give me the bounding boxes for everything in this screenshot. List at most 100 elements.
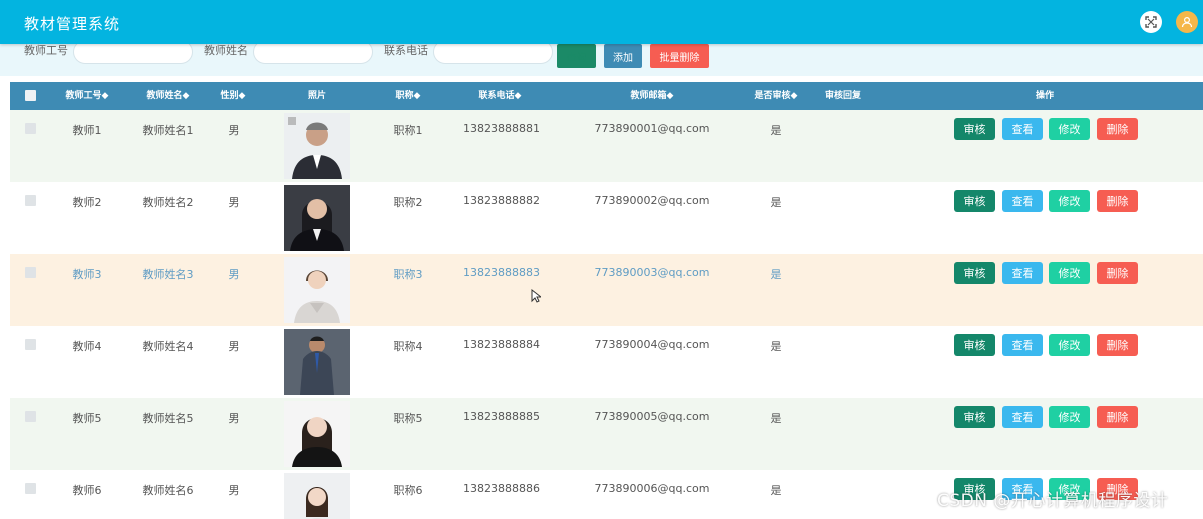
select-all-checkbox[interactable] bbox=[25, 90, 36, 101]
edit-button[interactable]: 修改 bbox=[1049, 118, 1090, 140]
view-button[interactable]: 查看 bbox=[1002, 262, 1043, 284]
add-button[interactable]: 添加 bbox=[604, 44, 642, 68]
cell-email: 773890004@qq.com bbox=[594, 338, 710, 351]
table-header: 教师工号◆ 教师姓名◆ 性别◆ 照片 职称◆ 联系电话◆ 教师邮箱◆ 是否审核◆… bbox=[10, 82, 1203, 110]
cell-audited: 是 bbox=[770, 340, 782, 353]
th-gender[interactable]: 性别◆ bbox=[216, 82, 250, 110]
edit-button[interactable]: 修改 bbox=[1049, 406, 1090, 428]
table-row[interactable]: 教师4 教师姓名4 男 职称4 13823888884 773890004@qq… bbox=[10, 326, 1203, 398]
view-button[interactable]: 查看 bbox=[1002, 190, 1043, 212]
cell-gender: 男 bbox=[228, 268, 240, 281]
row-checkbox[interactable] bbox=[25, 123, 36, 134]
cell-teacher-name: 教师姓名5 bbox=[142, 412, 194, 425]
teacher-photo bbox=[284, 113, 350, 179]
cell-teacher-name: 教师姓名1 bbox=[142, 124, 194, 137]
table-row[interactable]: 教师5 教师姓名5 男 职称5 13823888885 773890005@qq… bbox=[10, 398, 1203, 470]
cell-email: 773890001@qq.com bbox=[594, 122, 710, 135]
edit-button[interactable]: 修改 bbox=[1049, 190, 1090, 212]
teacher-name-label: 教师姓名 bbox=[204, 44, 248, 57]
audit-button[interactable]: 审核 bbox=[954, 118, 995, 140]
cell-audited: 是 bbox=[770, 268, 782, 281]
teacher-table: 教师工号◆ 教师姓名◆ 性别◆ 照片 职称◆ 联系电话◆ 教师邮箱◆ 是否审核◆… bbox=[10, 82, 1203, 519]
audit-button[interactable]: 审核 bbox=[954, 334, 995, 356]
delete-button[interactable]: 删除 bbox=[1097, 406, 1138, 428]
edit-button[interactable]: 修改 bbox=[1049, 334, 1090, 356]
delete-button[interactable]: 删除 bbox=[1097, 262, 1138, 284]
row-checkbox[interactable] bbox=[25, 411, 36, 422]
cell-title: 职称3 bbox=[393, 268, 423, 281]
cell-phone: 13823888883 bbox=[463, 266, 540, 279]
th-title[interactable]: 职称◆ bbox=[388, 82, 428, 110]
audit-button[interactable]: 审核 bbox=[954, 406, 995, 428]
cell-email: 773890006@qq.com bbox=[594, 482, 710, 495]
cell-title: 职称1 bbox=[393, 124, 423, 137]
page: 教材管理系统 教师工号 教师姓名 联系电话 查询 添加 批量删除 教师工号◆ 教… bbox=[0, 0, 1203, 519]
phone-label: 联系电话 bbox=[384, 44, 428, 57]
th-teacher-id[interactable]: 教师工号◆ bbox=[60, 82, 114, 110]
delete-button[interactable]: 删除 bbox=[1097, 334, 1138, 356]
edit-button[interactable]: 修改 bbox=[1049, 262, 1090, 284]
cell-teacher-name: 教师姓名2 bbox=[142, 196, 194, 209]
cell-phone: 13823888886 bbox=[463, 482, 540, 495]
cell-teacher-name: 教师姓名6 bbox=[142, 484, 194, 497]
row-checkbox[interactable] bbox=[25, 195, 36, 206]
view-button[interactable]: 查看 bbox=[1002, 118, 1043, 140]
th-audited[interactable]: 是否审核◆ bbox=[750, 82, 802, 110]
expand-icon bbox=[1145, 16, 1157, 28]
th-actions: 操作 bbox=[1035, 91, 1054, 101]
cell-email: 773890002@qq.com bbox=[594, 194, 710, 207]
teacher-photo bbox=[284, 185, 350, 251]
row-checkbox[interactable] bbox=[25, 267, 36, 278]
cell-gender: 男 bbox=[228, 124, 240, 137]
cell-teacher-id: 教师3 bbox=[72, 268, 102, 281]
row-checkbox[interactable] bbox=[25, 339, 36, 350]
cell-audited: 是 bbox=[770, 484, 782, 497]
th-photo: 照片 bbox=[307, 91, 326, 101]
app-header: 教材管理系统 bbox=[0, 0, 1203, 44]
teacher-photo bbox=[284, 473, 350, 519]
table-row[interactable]: 教师2 教师姓名2 男 职称2 13823888882 773890002@qq… bbox=[10, 182, 1203, 254]
cell-teacher-name: 教师姓名3 bbox=[142, 268, 194, 281]
th-email[interactable]: 教师邮箱◆ bbox=[619, 82, 685, 110]
teacher-photo bbox=[284, 401, 350, 467]
cell-gender: 男 bbox=[228, 412, 240, 425]
row-checkbox[interactable] bbox=[25, 483, 36, 494]
cell-teacher-id: 教师6 bbox=[72, 484, 102, 497]
th-audit-reply: 审核回复 bbox=[824, 91, 861, 101]
cell-teacher-id: 教师4 bbox=[72, 340, 102, 353]
th-teacher-name[interactable]: 教师姓名◆ bbox=[141, 82, 195, 110]
th-phone[interactable]: 联系电话◆ bbox=[466, 82, 534, 110]
cell-audited: 是 bbox=[770, 196, 782, 209]
cell-phone: 13823888881 bbox=[463, 122, 540, 135]
watermark: CSDN @开心计算机程序设计 bbox=[937, 491, 1169, 511]
cell-title: 职称2 bbox=[393, 196, 423, 209]
cell-teacher-name: 教师姓名4 bbox=[142, 340, 194, 353]
cell-phone: 13823888884 bbox=[463, 338, 540, 351]
teacher-photo bbox=[284, 257, 350, 323]
query-button[interactable]: 查询 bbox=[557, 44, 596, 68]
app-title: 教材管理系统 bbox=[24, 15, 121, 33]
user-avatar-button[interactable] bbox=[1176, 11, 1198, 33]
cell-gender: 男 bbox=[228, 340, 240, 353]
cell-phone: 13823888882 bbox=[463, 194, 540, 207]
cell-audited: 是 bbox=[770, 412, 782, 425]
fullscreen-button[interactable] bbox=[1140, 11, 1162, 33]
cell-gender: 男 bbox=[228, 196, 240, 209]
cell-teacher-id: 教师5 bbox=[72, 412, 102, 425]
audit-button[interactable]: 审核 bbox=[954, 190, 995, 212]
audit-button[interactable]: 审核 bbox=[954, 262, 995, 284]
view-button[interactable]: 查看 bbox=[1002, 334, 1043, 356]
delete-button[interactable]: 删除 bbox=[1097, 190, 1138, 212]
teacher-id-label: 教师工号 bbox=[24, 44, 68, 57]
cell-teacher-id: 教师2 bbox=[72, 196, 102, 209]
teacher-photo bbox=[284, 329, 350, 395]
cell-teacher-id: 教师1 bbox=[72, 124, 102, 137]
cell-title: 职称6 bbox=[393, 484, 423, 497]
user-avatar-icon bbox=[1181, 16, 1193, 28]
view-button[interactable]: 查看 bbox=[1002, 406, 1043, 428]
table-row[interactable]: 教师1 教师姓名1 男 职称1 13823888881 773890001@qq… bbox=[10, 110, 1203, 182]
delete-button[interactable]: 删除 bbox=[1097, 118, 1138, 140]
table-row[interactable]: 教师3 教师姓名3 男 职称3 13823888883 773890003@qq… bbox=[10, 254, 1203, 326]
cell-title: 职称5 bbox=[393, 412, 423, 425]
batch-delete-button[interactable]: 批量删除 bbox=[650, 44, 709, 68]
